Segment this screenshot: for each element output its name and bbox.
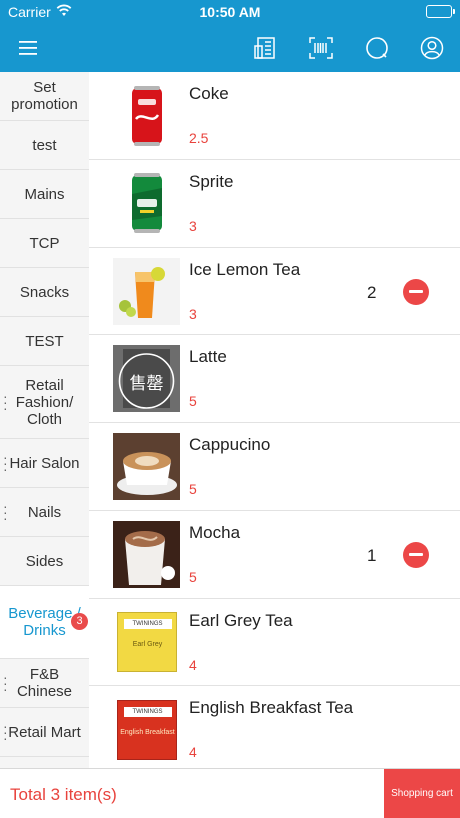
mocha-cup-image [113,520,180,588]
cart-total: Total 3 item(s) [10,785,117,804]
sold-out-latte-image: 售罄 [113,345,180,413]
category-label: Retail Fashion/ Cloth [15,376,74,428]
category-label: Mains [24,185,65,203]
category-label: Nails [27,503,62,521]
product-name: Cappucino [189,435,271,454]
more-dots-icon: · · · [3,498,8,526]
scan-icon[interactable] [301,24,341,72]
category-retail-fashion[interactable]: · · · Retail Fashion/ Cloth [0,366,89,439]
sprite-can-image [113,170,180,237]
product-row[interactable]: Mocha 5 1 [89,511,460,599]
product-name: Sprite [189,171,234,191]
category-label: TCP [29,234,60,252]
product-name: Earl Grey Tea [189,610,293,630]
menu-icon[interactable] [8,24,48,72]
category-label: test [32,136,57,154]
category-set-promotion[interactable]: Set promotion [0,72,89,121]
sold-out-label: 售罄 [129,374,164,395]
top-nav-bar [0,24,460,72]
category-label: F&B Chinese [16,666,73,700]
category-tcp[interactable]: TCP [0,219,89,268]
more-dots-icon: · · · [3,718,8,746]
product-name: English Breakfast Tea [189,698,354,718]
ice-lemon-tea-image [113,257,180,325]
clock: 10:50 AM [199,4,261,20]
user-icon[interactable] [412,24,452,72]
product-row[interactable]: 售罄 Latte 5 [89,335,460,423]
cappuccino-cup-image [113,433,180,500]
category-sides[interactable]: Sides [0,537,89,586]
receipt-icon[interactable] [245,24,285,72]
coke-can-image [113,82,180,149]
english-breakfast-box-image: TWININGS English Breakfast [113,696,180,763]
quantity-value: 2 [367,282,377,302]
tea-label: Earl Grey [132,641,163,648]
product-price: 5 [189,481,197,497]
category-test[interactable]: test [0,121,89,170]
more-dots-icon: · · · [3,388,8,416]
product-name: Mocha [189,522,241,542]
category-label: Snacks [19,283,70,301]
decrease-quantity-button[interactable] [403,278,429,305]
category-label: Retail Mart [8,723,81,741]
earl-grey-box-image: TWININGS Earl Grey [113,609,180,676]
product-price: 2.5 [189,130,209,146]
product-row[interactable]: TWININGS Earl Grey Earl Grey Tea 4 [89,599,460,687]
product-row[interactable]: Ice Lemon Tea 3 2 [89,248,460,336]
quantity-value: 1 [367,545,377,565]
category-label: TEST [25,332,64,350]
product-price: 4 [189,744,197,761]
product-price: 4 [189,656,197,673]
product-name: Ice Lemon Tea [189,259,301,279]
category-beverage-drinks[interactable]: Beverage / Drinks 3 [0,586,89,659]
product-list: Coke 2.5 Sprite 3 Ice Lemon Tea 3 2 售罄 L… [89,72,460,768]
product-price: 3 [189,217,197,234]
category-test-upper[interactable]: TEST [0,317,89,366]
category-sidebar: Set promotion test Mains TCP Snacks TEST… [0,72,89,768]
product-row[interactable]: Coke 2.5 [89,72,460,160]
category-nails[interactable]: · · · Nails [0,488,89,537]
tea-label: English Breakfast [120,728,175,736]
shopping-cart-button[interactable]: Shopping cart [384,769,460,818]
battery-icon [426,5,455,18]
status-bar: Carrier 10:50 AM [0,0,460,24]
product-row[interactable]: TWININGS English Breakfast English Break… [89,686,460,768]
category-label: Set promotion [11,79,78,113]
category-hair-salon[interactable]: · · · Hair Salon [0,439,89,488]
product-price: 3 [189,305,197,322]
search-icon[interactable] [357,24,397,72]
product-name: Coke [189,84,229,103]
brand-label: TWININGS [123,619,172,629]
product-price: 5 [189,393,197,410]
product-name: Latte [189,347,227,367]
product-row[interactable]: Cappucino 5 [89,423,460,511]
product-row[interactable]: Sprite 3 [89,160,460,248]
category-label: Hair Salon [9,454,80,472]
product-price: 5 [189,568,197,585]
category-retail-mart[interactable]: · · · Retail Mart [0,708,89,757]
brand-label: TWININGS [123,706,172,717]
category-snacks[interactable]: Snacks [0,268,89,317]
category-fb-chinese[interactable]: · · · F&B Chinese [0,659,89,708]
category-label: Sides [25,552,64,570]
decrease-quantity-button[interactable] [403,541,429,568]
cart-count-badge: 3 [71,613,88,630]
category-mains[interactable]: Mains [0,170,89,219]
more-dots-icon: · · · [3,669,8,697]
cart-footer: Total 3 item(s) Shopping cart [0,768,460,818]
more-dots-icon: · · · [3,449,8,477]
